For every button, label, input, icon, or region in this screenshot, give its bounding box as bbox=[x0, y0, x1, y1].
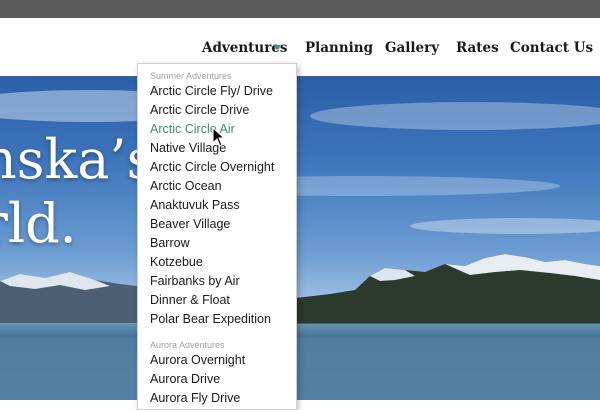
menu-item[interactable]: Polar Bear Expedition bbox=[150, 312, 271, 326]
menu-item[interactable]: Arctic Circle Drive bbox=[150, 103, 249, 117]
mouse-cursor-icon bbox=[212, 127, 226, 147]
menu-item[interactable]: Anaktuvuk Pass bbox=[150, 198, 240, 212]
menu-item[interactable]: Fairbanks by Air bbox=[150, 274, 240, 288]
hero-headline-line-2: rld. bbox=[0, 192, 77, 255]
menu-item[interactable]: Aurora Fly Drive bbox=[150, 391, 240, 405]
chevron-down-icon[interactable] bbox=[273, 45, 281, 50]
menu-group-heading: Aurora Adventures bbox=[150, 340, 225, 350]
menu-item[interactable]: Barrow bbox=[150, 236, 190, 250]
menu-group-heading: Summer Adventures bbox=[150, 71, 232, 81]
menu-item[interactable]: Kotzebue bbox=[150, 255, 203, 269]
nav-planning[interactable]: Planning bbox=[305, 40, 373, 56]
menu-item[interactable]: Aurora Overnight bbox=[150, 353, 245, 367]
menu-item[interactable]: Dinner & Float bbox=[150, 293, 230, 307]
nav-gallery[interactable]: Gallery bbox=[385, 40, 439, 56]
landscape-illustration bbox=[0, 90, 600, 400]
hero-image: nska’s rld. bbox=[0, 76, 600, 400]
menu-item[interactable]: Arctic Circle Overnight bbox=[150, 160, 274, 174]
nav-rates[interactable]: Rates bbox=[456, 40, 499, 56]
menu-item[interactable]: Aurora Drive bbox=[150, 372, 220, 386]
adventures-dropdown-menu: Summer Adventures Arctic Circle Fly/ Dri… bbox=[137, 63, 297, 410]
hero-headline-line-1: nska’s bbox=[0, 128, 155, 191]
menu-item[interactable]: Beaver Village bbox=[150, 217, 230, 231]
nav-contact-us[interactable]: Contact Us bbox=[510, 40, 593, 56]
menu-item[interactable]: Arctic Circle Fly/ Drive bbox=[150, 84, 273, 98]
browser-top-bar bbox=[0, 0, 600, 18]
menu-item[interactable]: Arctic Ocean bbox=[150, 179, 222, 193]
